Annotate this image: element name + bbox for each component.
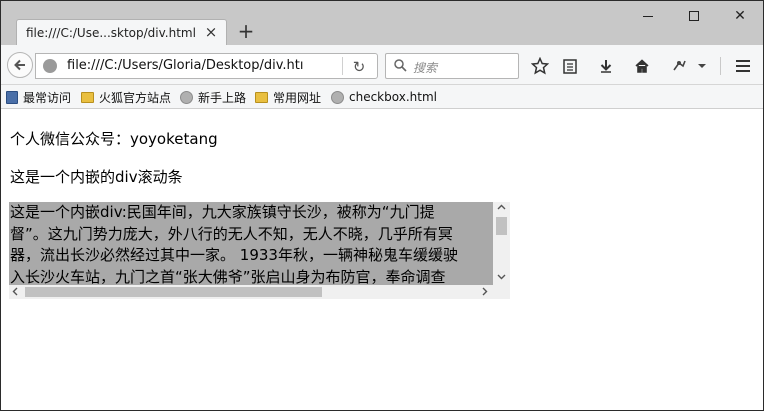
addon-icon	[673, 60, 686, 71]
div-scroll-intro: 这是一个内嵌的div滚动条	[10, 168, 183, 186]
home-icon	[635, 59, 649, 73]
download-button[interactable]	[595, 55, 617, 77]
reading-list-icon	[563, 59, 577, 74]
wechat-account-line: 个人微信公众号：yoyoketang	[10, 130, 218, 148]
folder-icon	[81, 91, 94, 103]
reload-icon[interactable]: ↻	[350, 58, 368, 76]
addon-dropdown-button[interactable]	[695, 55, 709, 77]
menu-icon	[736, 60, 750, 72]
close-window-button[interactable]: ✕	[717, 1, 763, 31]
maximize-button[interactable]	[671, 1, 717, 31]
scroll-right-icon[interactable]	[482, 287, 488, 296]
bookmark-item-common-sites[interactable]: 常用网址	[255, 89, 321, 105]
home-button[interactable]	[631, 55, 653, 77]
search-placeholder: 搜索	[413, 61, 438, 75]
minimize-button[interactable]	[625, 1, 671, 31]
scroll-left-icon[interactable]	[12, 287, 18, 296]
bookmark-label: 新手上路	[198, 90, 247, 105]
back-button[interactable]	[7, 52, 33, 78]
tab-div-html[interactable]: file:///C:/Use...sktop/div.html ×	[16, 19, 227, 46]
horizontal-scroll-thumb[interactable]	[25, 287, 322, 297]
download-icon	[600, 60, 612, 73]
menu-button[interactable]	[732, 55, 754, 77]
back-arrow-icon	[14, 59, 25, 71]
search-bar[interactable]: 搜索	[385, 53, 519, 79]
url-input[interactable]: file:///C:/Users/Gloria/Desktop/div.htı	[67, 58, 322, 73]
url-bar[interactable]: file:///C:/Users/Gloria/Desktop/div.htı …	[35, 53, 378, 79]
toolbar-separator	[720, 57, 721, 75]
horizontal-scrollbar[interactable]	[9, 285, 493, 299]
folder-icon	[255, 91, 268, 103]
search-icon	[394, 59, 407, 72]
scroll-line: 器，流出长沙必然经过其中一家。 1933年秋，一辆神秘鬼车缓缓驶	[10, 246, 458, 264]
bookmark-label: 火狐官方站点	[99, 90, 172, 105]
book-icon	[6, 90, 18, 104]
addon-button[interactable]	[668, 55, 690, 77]
bookmark-star-icon	[531, 57, 549, 75]
scroll-text: 这是一个内嵌div:民国年间，九大家族镇守长沙，被称为“九门提 督”。这九门势力…	[10, 202, 493, 285]
new-tab-button[interactable]: +	[235, 21, 257, 43]
vertical-scrollbar[interactable]	[493, 202, 510, 285]
globe-icon	[180, 90, 193, 104]
bookmark-item-firefox-site[interactable]: 火狐官方站点	[81, 89, 171, 105]
reading-list-button[interactable]	[559, 55, 581, 77]
tab-strip: file:///C:/Use...sktop/div.html × + ✕	[1, 1, 763, 46]
tab-title: file:///C:/Use...sktop/div.html	[26, 26, 196, 40]
scrollbar-corner	[493, 285, 510, 299]
globe-icon	[331, 90, 344, 104]
bookmarks-toolbar: 最常访问 火狐官方站点 新手上路 常用网址 checkbox.html	[1, 85, 763, 109]
bookmark-label: 最常访问	[23, 90, 72, 105]
scroll-content[interactable]: 这是一个内嵌div:民国年间，九大家族镇守长沙，被称为“九门提 督”。这九门势力…	[9, 202, 493, 285]
tab-close-icon[interactable]: ×	[204, 25, 218, 40]
bookmark-item-most-visited[interactable]: 最常访问	[6, 89, 71, 105]
scroll-line: 督”。这九门势力庞大，外八行的无人不知，无人不晓，几乎所有冥	[10, 224, 453, 243]
bookmark-star-button[interactable]	[529, 55, 551, 77]
scroll-line: 这是一个内嵌div:民国年间，九大家族镇守长沙，被称为“九门提	[10, 203, 435, 221]
bookmark-item-checkbox[interactable]: checkbox.html	[331, 89, 437, 105]
scroll-line: 入长沙火车站，九门之首“张大佛爷”张启山身为布防官，奉命调查	[10, 267, 446, 286]
minimize-icon	[643, 15, 653, 17]
vertical-scroll-thumb[interactable]	[496, 217, 507, 235]
url-divider	[342, 57, 343, 75]
scroll-down-icon[interactable]	[497, 274, 506, 280]
bookmark-item-getting-started[interactable]: 新手上路	[180, 89, 246, 105]
bookmark-label: checkbox.html	[349, 90, 437, 104]
close-icon: ✕	[734, 8, 746, 24]
scroll-up-icon[interactable]	[497, 204, 506, 210]
navigation-toolbar: file:///C:/Users/Gloria/Desktop/div.htı …	[1, 45, 763, 85]
scrollable-div[interactable]: 这是一个内嵌div:民国年间，九大家族镇守长沙，被称为“九门提 督”。这九门势力…	[9, 202, 510, 299]
page-content: 个人微信公众号：yoyoketang 这是一个内嵌的div滚动条 这是一个内嵌d…	[1, 109, 763, 410]
maximize-icon	[689, 11, 699, 21]
chevron-down-icon	[698, 64, 706, 68]
bookmark-label: 常用网址	[273, 90, 322, 105]
browser-window: file:///C:/Use...sktop/div.html × + ✕ fi…	[0, 0, 764, 411]
site-identity-icon[interactable]	[43, 59, 57, 73]
